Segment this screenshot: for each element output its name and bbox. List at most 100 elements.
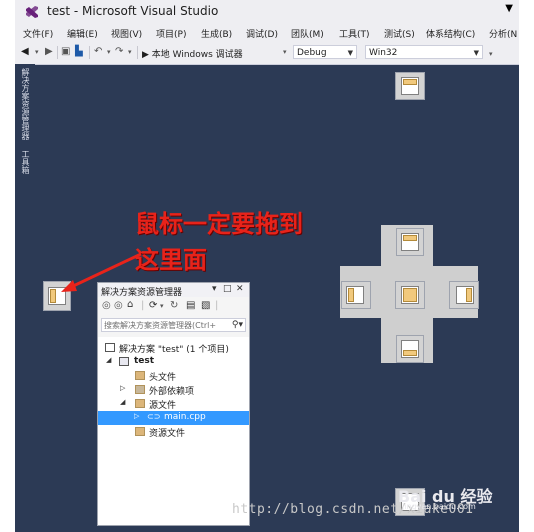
run-dropdown-icon[interactable]: ▾	[283, 48, 287, 56]
menu-analyze[interactable]: 分析(N	[489, 27, 517, 40]
menu-tools[interactable]: 工具(T)	[339, 27, 370, 40]
tree-item-header-files[interactable]: 头文件	[98, 369, 249, 383]
menu-architecture[interactable]: 体系结构(C)	[426, 27, 475, 40]
forward-icon[interactable]: ◎	[114, 300, 123, 311]
baidu-watermark-url: jingyan.baidu.com	[402, 502, 476, 511]
solution-explorer-titlebar[interactable]: 解决方案资源管理器 ▾ □ ✕	[98, 283, 249, 298]
start-debugging-button[interactable]: ▶ 本地 Windows 调试器	[142, 47, 243, 60]
properties-icon[interactable]: ▧	[201, 300, 210, 311]
menu-view[interactable]: 视图(V)	[111, 27, 142, 40]
platform-value: Win32	[369, 48, 398, 58]
maximize-icon[interactable]: □	[223, 284, 232, 294]
visual-studio-logo-icon	[26, 6, 38, 18]
back-icon[interactable]: ◎	[102, 300, 111, 311]
standard-toolbar: ◀ ▾ ▶ ▣ ▙ ↶ ▾ ↷ ▾ ▶ 本地 Windows 调试器 ▾ Deb…	[15, 42, 519, 65]
redo-icon[interactable]: ↷	[115, 46, 123, 57]
folder-icon	[135, 427, 145, 436]
window-title: test - Microsoft Visual Studio	[47, 4, 219, 18]
solution-icon	[105, 343, 115, 352]
dependencies-folder-icon	[135, 385, 145, 394]
folder-icon	[135, 371, 145, 380]
solution-explorer-toolbar: ◎ ◎ ⌂ | ⟳ ▾ ↻ ▤ ▧ |	[98, 299, 249, 315]
dock-center-bottom[interactable]	[396, 335, 424, 363]
undo-icon[interactable]: ↶	[94, 46, 102, 57]
window-position-icon[interactable]: ▾	[212, 284, 217, 294]
back-icon[interactable]: ◀	[21, 46, 29, 57]
configuration-value: Debug	[297, 48, 327, 58]
menu-file[interactable]: 文件(F)	[23, 27, 53, 40]
dock-fill-icon	[403, 235, 417, 241]
tree-item-label: 资源文件	[149, 429, 186, 439]
collapsed-triangle-icon[interactable]: ▷	[120, 384, 125, 392]
toolbar-separator: |	[141, 300, 145, 311]
dock-fill-icon	[403, 288, 417, 302]
tree-item-external-dependencies[interactable]: ▷ 外部依赖项	[98, 383, 249, 397]
expanded-triangle-icon[interactable]: ◢	[106, 356, 111, 364]
toolbar-overflow-icon[interactable]: ▾	[489, 50, 493, 58]
toolbar-separator	[57, 46, 58, 59]
toolbar-separator	[137, 46, 138, 59]
solution-explorer-title: 解决方案资源管理器	[101, 288, 183, 298]
solution-tree: 解决方案 "test" (1 个项目) ◢ test 头文件 ▷ 外部依赖项 ◢…	[98, 337, 249, 525]
dock-guide-top[interactable]	[395, 72, 425, 100]
title-bar: test - Microsoft Visual Studio ▼	[15, 0, 519, 24]
menu-test[interactable]: 测试(S)	[384, 27, 415, 40]
annotation-line-1: 鼠标一定要拖到	[135, 210, 303, 238]
side-tab-strip: 解决方案资源管理器 工具箱	[15, 64, 35, 532]
chevron-down-icon: ▼	[473, 49, 479, 57]
search-icon[interactable]: ⚲▾	[232, 319, 243, 331]
dropdown-arrow-icon[interactable]: ▾	[160, 302, 164, 310]
dock-center-right[interactable]	[449, 281, 479, 309]
dock-fill-icon	[348, 288, 354, 302]
tree-item-source-files[interactable]: ◢ 源文件	[98, 397, 249, 411]
menu-build[interactable]: 生成(B)	[201, 27, 232, 40]
redo-dropdown-icon[interactable]: ▾	[128, 48, 132, 56]
dropdown-arrow-icon[interactable]: ▾	[35, 48, 39, 56]
search-placeholder: 搜索解决方案资源管理器(Ctrl+	[104, 321, 217, 330]
tree-item-label: test	[134, 356, 155, 366]
solution-explorer-search-input[interactable]: 搜索解决方案资源管理器(Ctrl+ ⚲▾	[101, 318, 246, 332]
tree-item-resource-files[interactable]: 资源文件	[98, 425, 249, 439]
tree-item-label: 源文件	[149, 401, 177, 411]
solution-explorer-window[interactable]: 解决方案资源管理器 ▾ □ ✕ ◎ ◎ ⌂ | ⟳ ▾ ↻ ▤ ▧ | 搜索解决…	[97, 282, 250, 526]
tree-item-label: 头文件	[149, 373, 177, 383]
dock-center-top[interactable]	[396, 228, 424, 256]
tree-item-project[interactable]: ◢ test	[98, 355, 249, 369]
menu-debug[interactable]: 调试(D)	[246, 27, 278, 40]
home-icon[interactable]: ⌂	[127, 299, 133, 310]
dock-fill-icon	[466, 288, 472, 302]
undo-dropdown-icon[interactable]: ▾	[107, 48, 111, 56]
refresh-icon[interactable]: ↻	[170, 300, 178, 311]
menu-team[interactable]: 团队(M)	[291, 27, 324, 40]
cpp-project-icon	[119, 357, 129, 366]
folder-icon	[135, 399, 145, 408]
tree-item-label: main.cpp	[164, 412, 206, 422]
tree-item-label: 外部依赖项	[149, 387, 195, 397]
menu-project[interactable]: 项目(P)	[156, 27, 186, 40]
collapse-all-icon[interactable]: ▤	[186, 300, 195, 311]
dock-fill-icon	[403, 79, 417, 85]
annotation-line-2: 这里面	[135, 246, 207, 274]
tree-item-solution[interactable]: 解决方案 "test" (1 个项目)	[98, 341, 249, 355]
quick-launch-arrow-icon[interactable]: ▼	[505, 3, 513, 14]
dock-center-left[interactable]	[341, 281, 371, 309]
side-tab-toolbox[interactable]: 工具箱	[19, 150, 31, 174]
menu-bar: 文件(F) 编辑(E) 视图(V) 项目(P) 生成(B) 调试(D) 团队(M…	[15, 24, 519, 42]
chevron-down-icon: ▼	[347, 49, 353, 57]
tree-item-main-cpp[interactable]: ▷ ⊂⊃ main.cpp	[98, 411, 249, 425]
run-label: ▶ 本地 Windows 调试器	[142, 50, 243, 60]
sync-icon[interactable]: ⟳	[149, 300, 157, 311]
toolbar-separator: |	[215, 300, 219, 311]
menu-edit[interactable]: 编辑(E)	[67, 27, 98, 40]
collapsed-triangle-icon[interactable]: ▷	[134, 412, 139, 420]
configuration-select[interactable]: Debug ▼	[293, 45, 357, 59]
save-all-icon[interactable]: ▙	[75, 46, 83, 57]
forward-icon[interactable]: ▶	[45, 46, 53, 57]
toolbar-separator	[89, 46, 90, 59]
dock-center-tabbed[interactable]	[395, 281, 425, 309]
side-tab-solution-explorer[interactable]: 解决方案资源管理器	[19, 68, 31, 140]
platform-select[interactable]: Win32 ▼	[365, 45, 483, 59]
expanded-triangle-icon[interactable]: ◢	[120, 398, 125, 406]
save-icon[interactable]: ▣	[61, 46, 70, 57]
close-icon[interactable]: ✕	[236, 284, 244, 294]
